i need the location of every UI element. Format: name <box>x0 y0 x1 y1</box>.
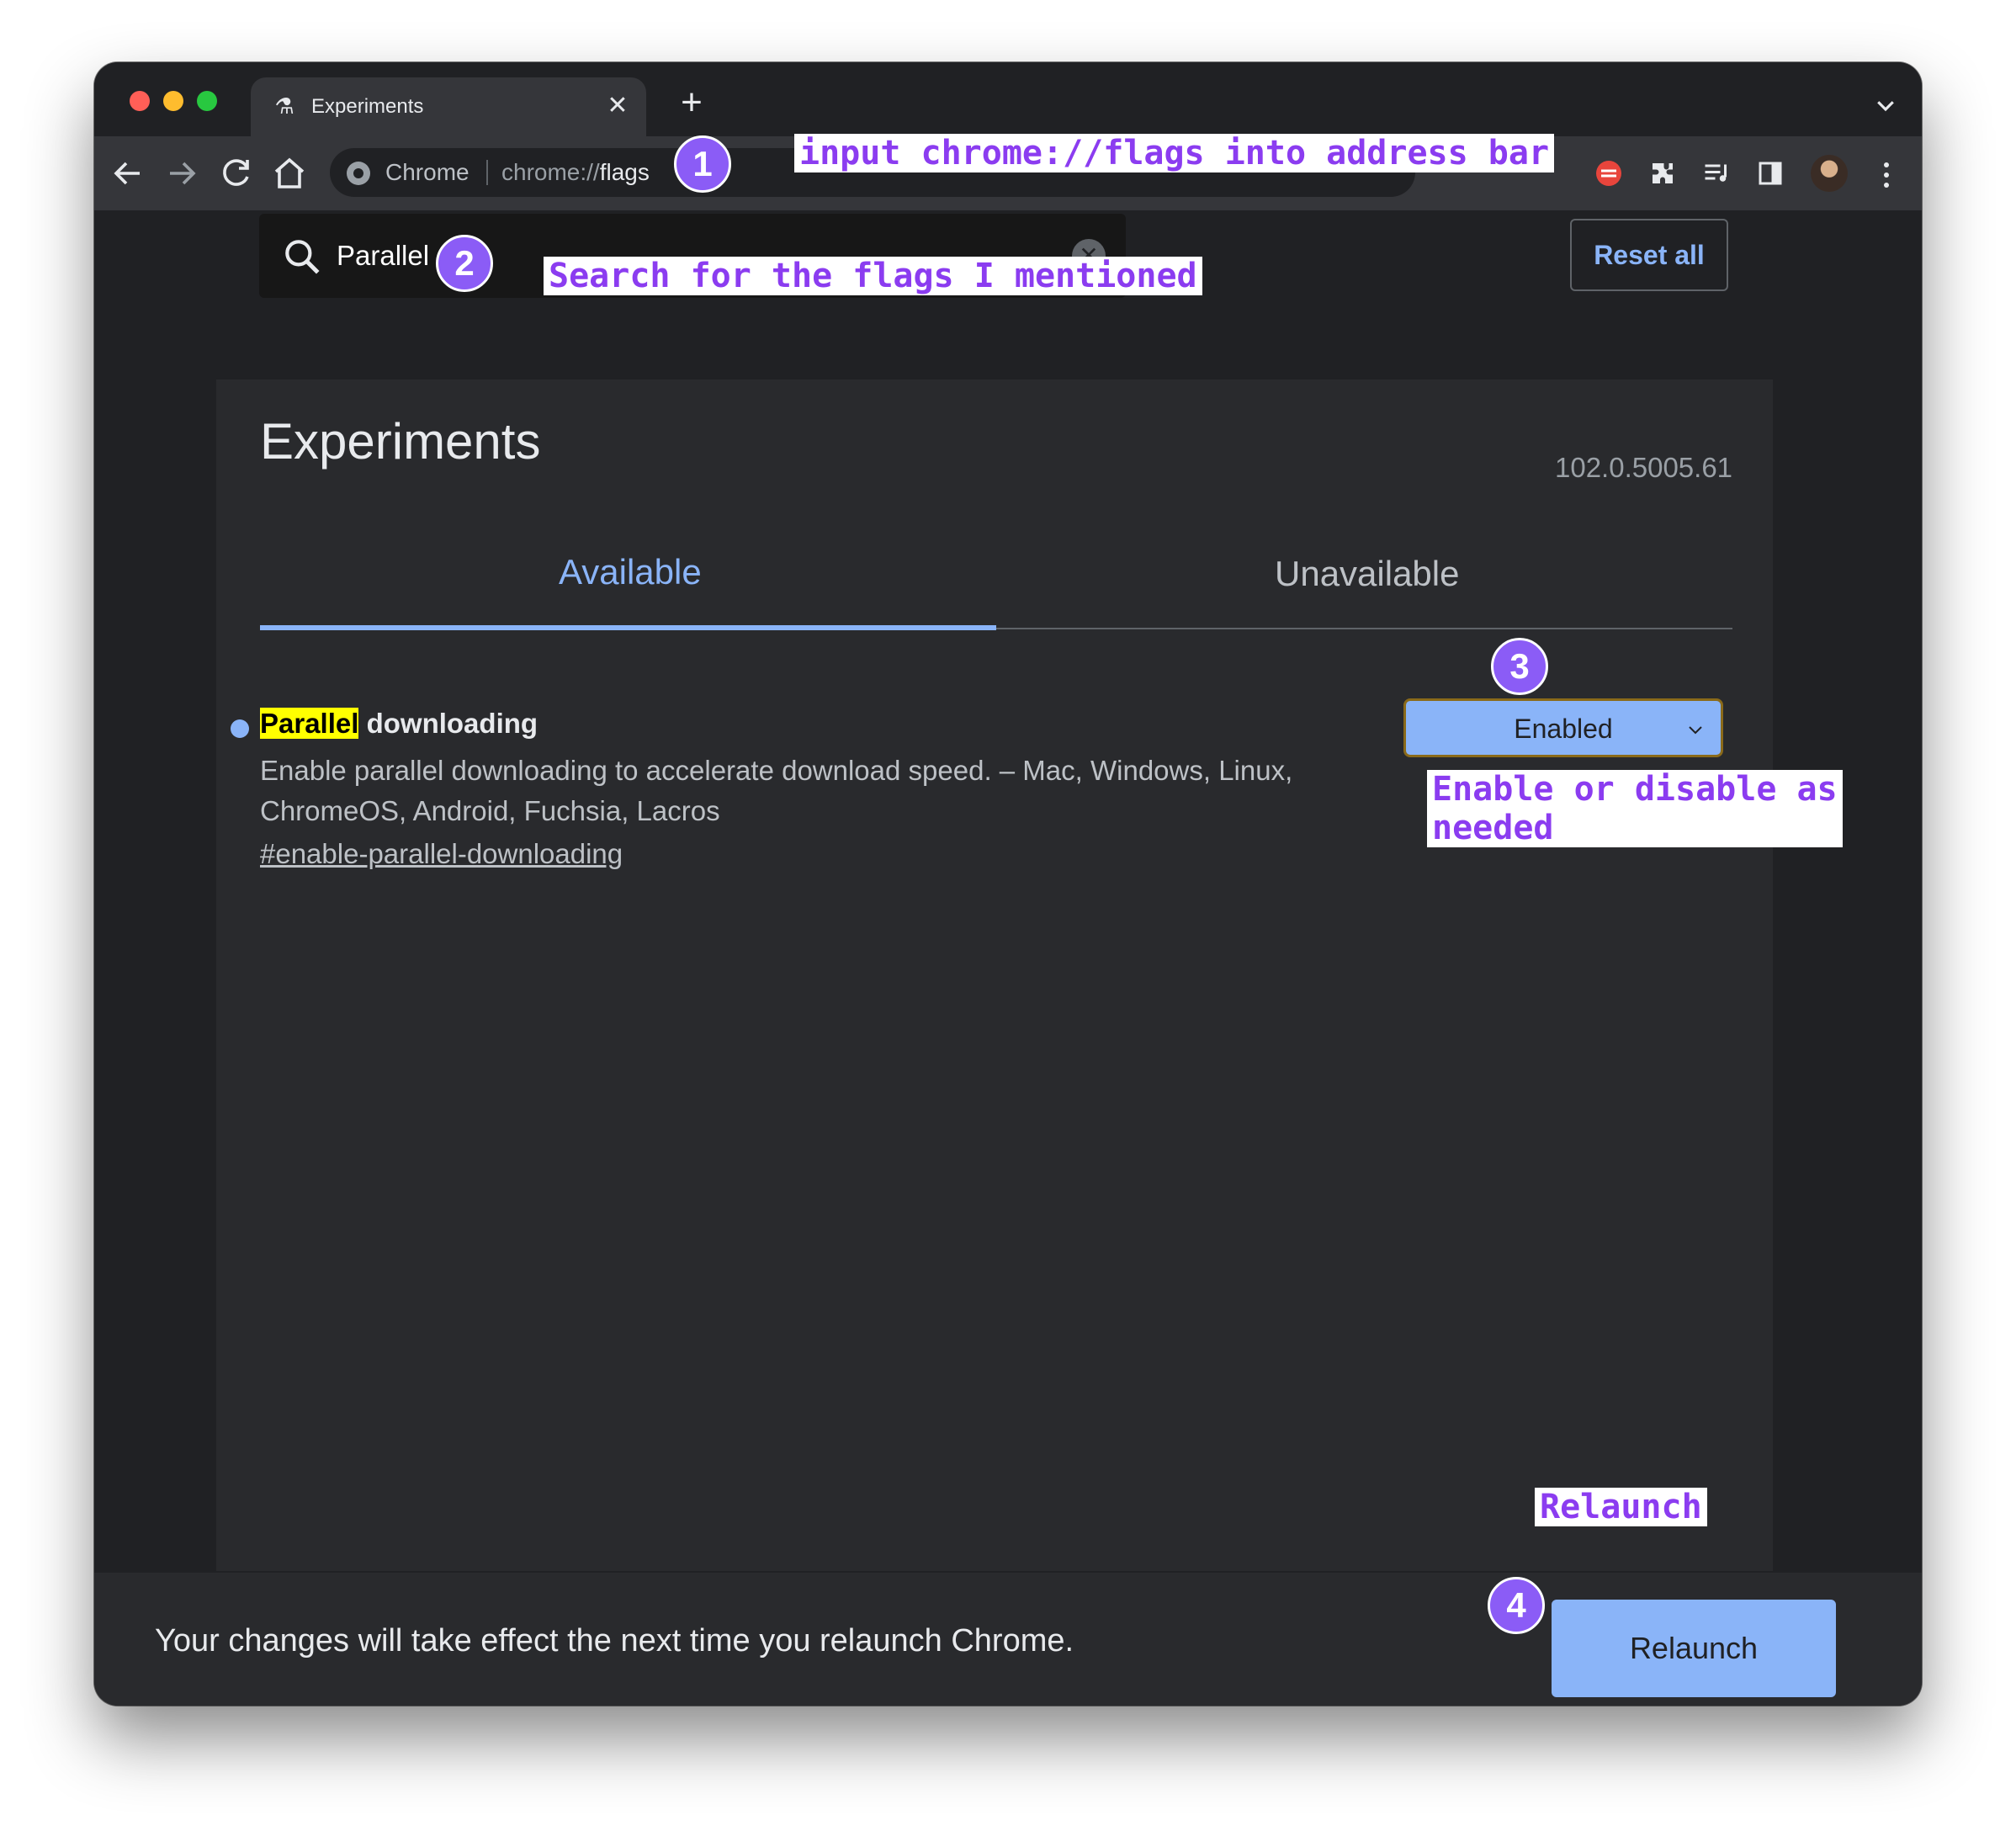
home-icon[interactable] <box>269 153 310 194</box>
tab-available[interactable]: Available <box>559 550 702 594</box>
search-match-highlight: Parallel <box>260 708 359 739</box>
new-tab-button[interactable]: + <box>673 84 710 123</box>
flag-title: Parallel downloading <box>260 705 538 742</box>
relaunch-button[interactable]: Relaunch <box>1552 1600 1836 1697</box>
active-tab-indicator <box>260 625 996 630</box>
flag-select-value: Enabled <box>1514 714 1613 744</box>
flask-icon: ⚗ <box>274 93 294 119</box>
step-3-badge: 3 <box>1491 638 1548 695</box>
tab-search-chevron-icon[interactable] <box>1873 93 1898 118</box>
media-icon[interactable] <box>1701 158 1732 188</box>
step-4-badge: 4 <box>1488 1577 1545 1634</box>
flag-description: Enable parallel downloading to accelerat… <box>260 755 1293 826</box>
flags-header: Parallel ✕ Reset all <box>94 210 1922 381</box>
page-title: Experiments <box>260 413 541 470</box>
relaunch-message: Your changes will take effect the next t… <box>155 1623 1074 1659</box>
browser-window: ⚗ Experiments ✕ + Chrome chrome://flags <box>94 62 1922 1706</box>
reset-all-button[interactable]: Reset all <box>1570 219 1728 291</box>
profile-avatar[interactable] <box>1811 155 1848 192</box>
step-2-badge: 2 <box>436 235 493 292</box>
adblock-extension-icon[interactable] <box>1594 158 1624 188</box>
url-path: flags <box>599 159 650 185</box>
search-value[interactable]: Parallel <box>337 239 429 273</box>
side-panel-icon[interactable] <box>1755 158 1785 188</box>
chevron-down-icon <box>1685 719 1706 740</box>
tab-experiments[interactable]: ⚗ Experiments ✕ <box>251 77 646 136</box>
chrome-logo-icon <box>347 162 370 185</box>
address-divider <box>486 160 488 185</box>
minimize-window-button[interactable] <box>163 91 183 111</box>
tab-close-icon[interactable]: ✕ <box>602 91 633 121</box>
step-1-badge: 1 <box>674 135 731 193</box>
url-prefix: chrome:// <box>501 159 600 185</box>
back-icon[interactable] <box>108 153 148 194</box>
address-url[interactable]: chrome://flags <box>501 158 650 187</box>
tab-title: Experiments <box>311 95 424 118</box>
annotation-address-bar: input chrome://flags into address bar <box>794 134 1555 172</box>
content-card <box>216 379 1773 1571</box>
search-icon <box>281 236 323 278</box>
reload-icon[interactable] <box>215 153 256 194</box>
flag-permalink[interactable]: #enable-parallel-downloading <box>260 836 623 873</box>
tab-unavailable[interactable]: Unavailable <box>1275 552 1459 596</box>
relaunch-bar: Your changes will take effect the next t… <box>94 1571 1922 1706</box>
modified-flag-indicator <box>231 719 249 738</box>
puzzle-icon[interactable] <box>1647 158 1678 188</box>
annotation-enable: Enable or disable as needed <box>1427 770 1843 847</box>
annotation-relaunch: Relaunch <box>1535 1488 1707 1526</box>
flag-title-rest: downloading <box>358 708 538 739</box>
tab-strip: ⚗ Experiments ✕ + <box>94 62 1922 136</box>
version-label: 102.0.5005.61 <box>1555 452 1733 483</box>
menu-icon[interactable] <box>1878 158 1895 192</box>
address-chip-label: Chrome <box>385 159 470 185</box>
close-window-button[interactable] <box>130 91 150 111</box>
maximize-window-button[interactable] <box>197 91 217 111</box>
forward-icon[interactable] <box>162 153 202 194</box>
annotation-search: Search for the flags I mentioned <box>544 257 1202 295</box>
flag-state-select[interactable]: Enabled <box>1403 698 1723 757</box>
